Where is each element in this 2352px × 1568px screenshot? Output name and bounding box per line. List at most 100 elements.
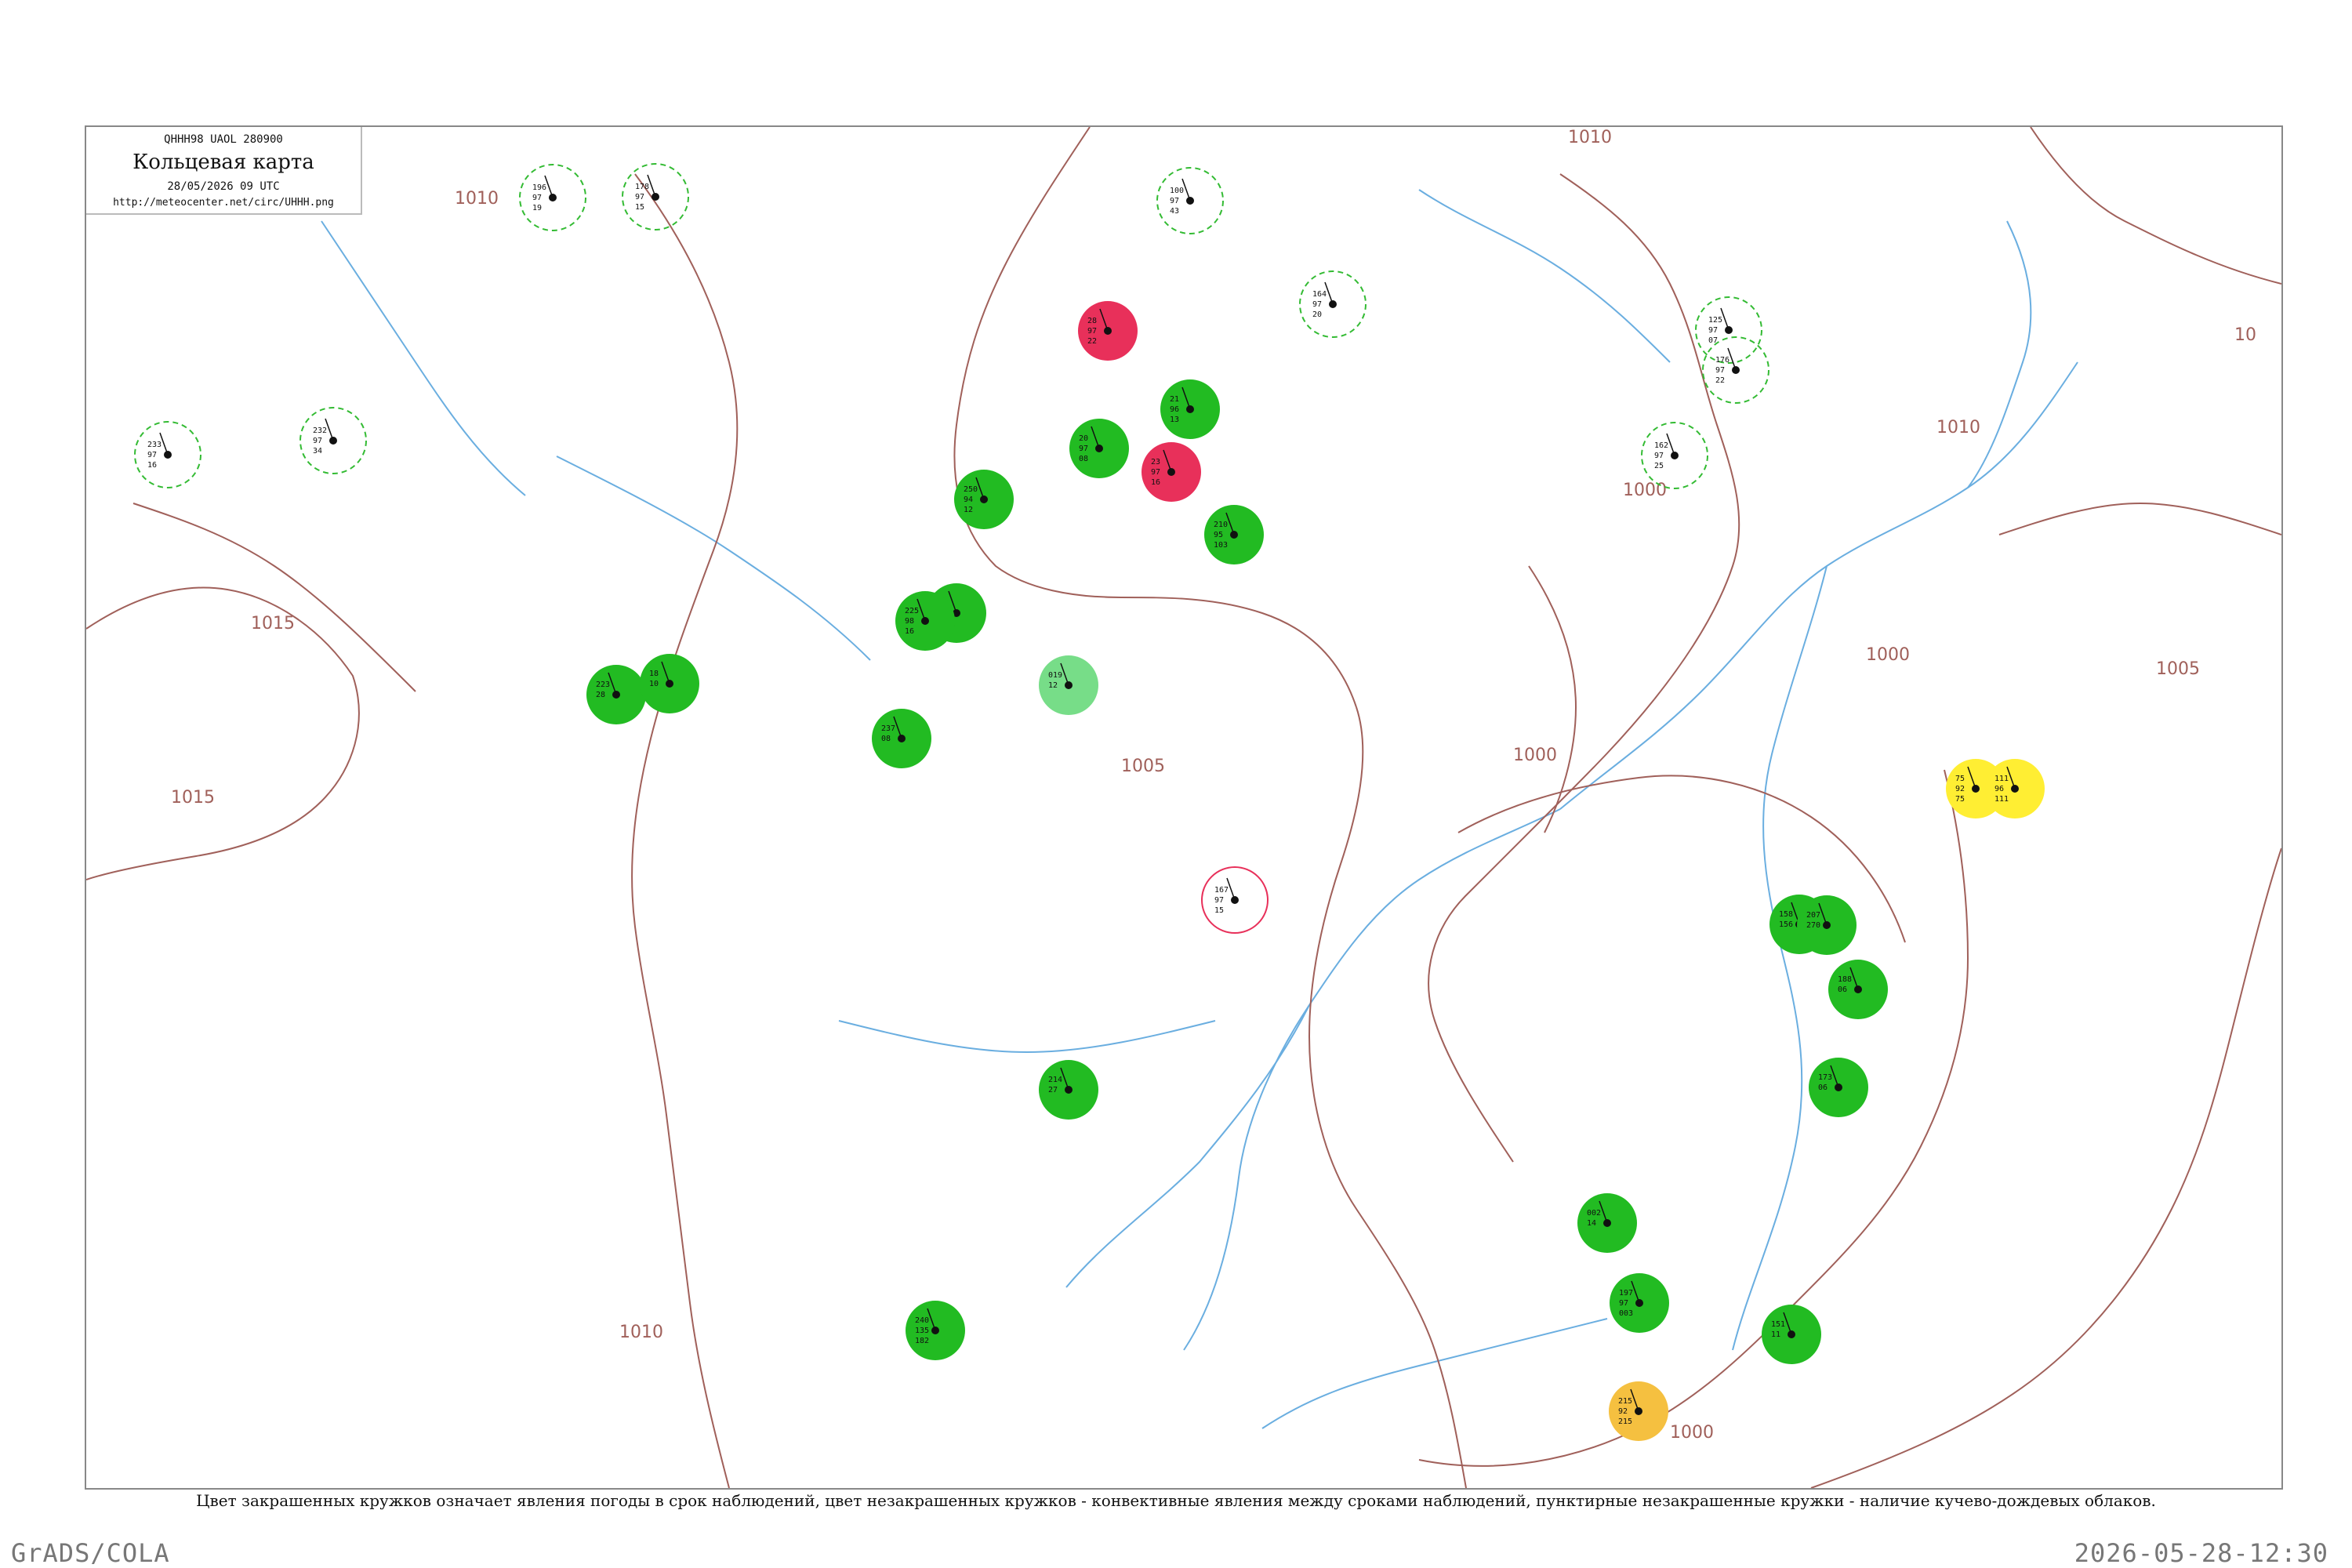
station-value: 13	[1170, 416, 1179, 424]
isobar-line	[1559, 173, 1740, 700]
station-value: 97	[1079, 445, 1088, 453]
river-line	[1732, 565, 1828, 1351]
isobar-line	[1308, 706, 1467, 1488]
station-marker: 1259707	[1695, 296, 1762, 364]
station-value: 08	[1079, 455, 1088, 463]
river-line	[1559, 361, 2078, 810]
station-value: 96	[1994, 785, 2004, 793]
station-value: 197	[1619, 1289, 1633, 1298]
station-value: 08	[881, 735, 891, 743]
station-value: 111	[1994, 795, 2009, 804]
station-value: 28	[1087, 317, 1097, 325]
station-value: 210	[1214, 521, 1228, 529]
station-value: 97	[1312, 300, 1322, 309]
river-line	[1261, 1318, 1608, 1429]
station-value: 27	[1048, 1086, 1058, 1094]
station-value: 100	[1170, 187, 1184, 195]
station-value: 94	[964, 495, 973, 504]
river-line	[1065, 808, 1561, 1288]
station-value: 20	[1079, 434, 1088, 443]
isobar-line	[1418, 769, 1969, 1467]
station-value: 223	[596, 681, 610, 689]
isobar-line	[1428, 699, 1655, 1163]
station-value: 111	[1994, 775, 2009, 783]
station-marker: 15111	[1762, 1305, 1821, 1364]
station-value: 196	[532, 183, 546, 192]
station-value: 97	[1151, 468, 1160, 477]
rivers	[321, 189, 2078, 1429]
station-marker: 17306	[1809, 1058, 1868, 1117]
isobar-label: 1000	[1670, 1423, 1714, 1443]
station-value: 97	[313, 437, 322, 445]
station-value: 162	[1654, 441, 1668, 450]
station-value: 06	[1838, 985, 1847, 994]
render-timestamp: 2026-05-28-12:30	[2074, 1538, 2328, 1568]
isobar-label: 1010	[1568, 128, 1612, 147]
station-value: 103	[1214, 541, 1228, 550]
isobar-label: 1015	[171, 788, 215, 808]
station-marker: 25094 12	[954, 470, 1014, 529]
station-value: 97	[1087, 327, 1097, 336]
station-value: 16	[147, 461, 157, 470]
river-line	[838, 1020, 1216, 1054]
station-marker: 20 97 08	[1069, 419, 1129, 478]
station-value: 10	[649, 680, 659, 688]
station-value: 97	[1708, 326, 1718, 335]
station-marker: 28 9722	[1078, 301, 1138, 361]
river-line	[1967, 220, 2032, 488]
station-value: 25	[1654, 462, 1664, 470]
station-marker: 178 97 15	[622, 163, 689, 230]
station-marker: 19797003	[1610, 1273, 1669, 1333]
station-marker: 162 97 25	[1641, 422, 1708, 489]
station-value: 97	[1715, 366, 1725, 375]
isobar-label: 1000	[1866, 645, 1910, 665]
source-url[interactable]: http://meteocenter.net/circ/UHHH.png	[86, 197, 361, 209]
station-value: 18	[649, 670, 659, 678]
isobar-label: 1000	[1513, 746, 1557, 765]
station-marker: 196 97 19	[519, 164, 586, 231]
isobar-line	[953, 127, 1357, 708]
station-value: 158	[1779, 910, 1793, 919]
station-marker: 232 97 34	[299, 407, 367, 474]
map-canvas: 1010 1015 1015 1005 1010 1010 1005 1000 …	[86, 127, 2281, 1488]
station-value: 15	[1214, 906, 1224, 915]
station-value: 270	[1806, 921, 1820, 930]
station-value: 240	[915, 1316, 929, 1325]
isobar-label: 1010	[619, 1323, 663, 1342]
isobar-line	[132, 503, 416, 692]
station-marker: 21427	[1039, 1060, 1098, 1120]
station-value: 98	[905, 617, 914, 626]
station-value: 215	[1618, 1397, 1632, 1406]
station-value: 233	[147, 441, 162, 449]
isobar-label: 1000	[1623, 481, 1667, 500]
station-value: 92	[1955, 785, 1965, 793]
station-value: 22	[1715, 376, 1725, 385]
station-marker: 23 9716	[1142, 442, 1201, 502]
weather-map: 1010 1015 1015 1005 1010 1010 1005 1000 …	[85, 125, 2283, 1490]
station-value: 97	[147, 451, 157, 459]
isobar-label: 10	[2234, 325, 2256, 345]
isobar-label: 1005	[2156, 659, 2200, 679]
legend-caption: Цвет закрашенных кружков означает явлени…	[196, 1491, 2156, 1510]
station-marker: 1769722	[1702, 336, 1769, 404]
station-value: 97	[635, 193, 644, 201]
station-value: 176	[1715, 356, 1730, 365]
station-marker: 1810	[640, 654, 699, 713]
station-value: 34	[313, 447, 322, 456]
station-value: 151	[1771, 1320, 1785, 1329]
station-marker: 18806	[1828, 960, 1888, 1019]
station-value: 167	[1214, 886, 1229, 895]
station-value: 06	[1818, 1083, 1828, 1092]
station-value: 16	[905, 627, 914, 636]
isobar-label: 1015	[251, 614, 295, 633]
station-marker: 00214	[1577, 1193, 1637, 1253]
station-value: 95	[1214, 531, 1223, 539]
station-value: 135	[915, 1327, 929, 1335]
station-value: 96	[1170, 405, 1179, 414]
station-value: 173	[1818, 1073, 1832, 1082]
station-value: 182	[915, 1337, 929, 1345]
station-value: 164	[1312, 290, 1327, 299]
isobar-line	[86, 586, 360, 880]
station-value: 21	[1170, 395, 1179, 404]
isobar-label: 1010	[455, 189, 499, 209]
